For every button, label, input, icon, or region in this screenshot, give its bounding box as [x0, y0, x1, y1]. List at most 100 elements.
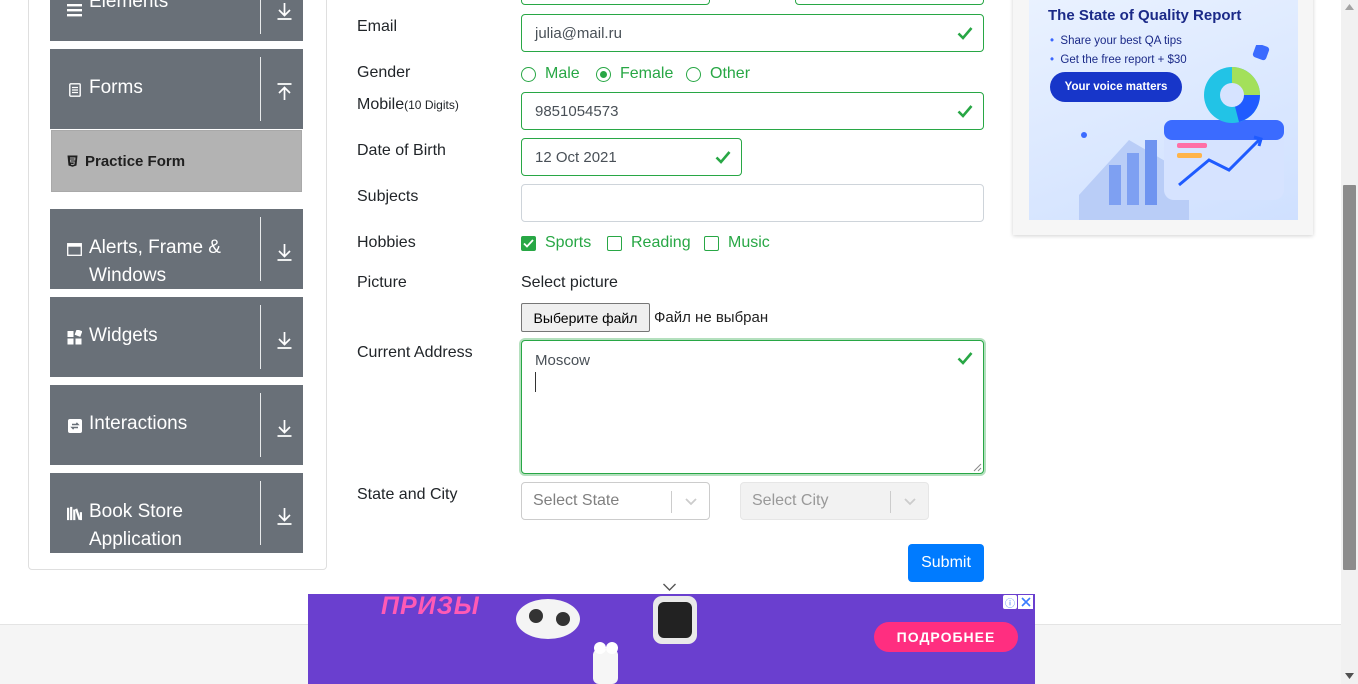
gender-radio-other[interactable]: Other — [686, 65, 750, 83]
subjects-input[interactable] — [521, 184, 984, 222]
divider — [260, 57, 261, 121]
radio-circle[interactable] — [686, 66, 701, 82]
ad-cta-button[interactable]: ПОДРОБНЕЕ — [874, 622, 1018, 652]
hobby-label: Sports — [545, 234, 592, 251]
arrow-down-icon[interactable] — [276, 507, 293, 525]
sidebar-group-label: Widgets — [89, 325, 158, 346]
state-select[interactable]: Select State — [521, 482, 710, 520]
divider — [260, 393, 261, 457]
sidebar-group-label-2: Application — [89, 529, 182, 550]
scrollbar[interactable] — [1341, 0, 1358, 684]
arrow-down-icon[interactable] — [276, 419, 293, 437]
last-name-field[interactable] — [795, 0, 984, 5]
arrow-down-icon[interactable] — [276, 331, 293, 349]
html5-icon — [67, 155, 78, 167]
mobile-hint: (10 Digits) — [404, 98, 459, 112]
hobbies-label: Hobbies — [357, 234, 416, 251]
hobby-label: Music — [728, 234, 770, 251]
window-icon — [67, 242, 82, 257]
sidebar-group-label: Book Store — [89, 501, 183, 522]
ad-headline: ПРИЗЫ — [381, 594, 480, 620]
sidebar-group-label: Elements — [89, 0, 169, 12]
checkbox-box[interactable] — [704, 235, 719, 251]
select-separator — [671, 491, 672, 513]
sidebar-group-forms[interactable]: Forms — [50, 49, 303, 129]
select-separator — [890, 491, 891, 513]
sidebar-group-elements[interactable]: Elements — [50, 0, 303, 41]
resize-handle-icon[interactable] — [973, 463, 982, 472]
checkmark-icon — [523, 238, 534, 248]
email-field[interactable]: julia@mail.ru — [521, 14, 984, 52]
email-label: Email — [357, 18, 398, 35]
first-name-field[interactable] — [521, 0, 710, 5]
ad-banner-right[interactable]: The State of Quality Report • Share your… — [1013, 0, 1313, 235]
ad-illustration — [1079, 45, 1284, 220]
dob-label: Date of Birth — [357, 142, 446, 159]
radio-selected-dot — [600, 70, 607, 78]
checkbox-box[interactable] — [521, 235, 536, 251]
ad-title: The State of Quality Report — [1048, 7, 1242, 24]
mobile-field[interactable]: 9851054573 — [521, 92, 984, 130]
choose-file-button[interactable]: Выберите файл — [521, 303, 650, 332]
divider — [260, 481, 261, 545]
city-select[interactable]: Select City — [740, 482, 929, 520]
city-placeholder: Select City — [752, 492, 829, 509]
ad-info-icon[interactable]: ⓘ — [1003, 595, 1017, 610]
gender-radio-female[interactable]: Female — [596, 65, 673, 83]
sidebar-group-book-store[interactable]: Book Store Application — [50, 473, 303, 553]
gender-radio-male[interactable]: Male — [521, 65, 580, 83]
email-value: julia@mail.ru — [535, 24, 622, 42]
valid-check-icon — [715, 151, 731, 164]
ad-content: The State of Quality Report • Share your… — [1029, 0, 1298, 220]
gender-option-label: Male — [545, 65, 580, 82]
sidebar-item-practice-form[interactable]: Practice Form — [51, 130, 302, 192]
gender-option-label: Female — [620, 65, 674, 82]
divider — [260, 305, 261, 369]
state-placeholder: Select State — [533, 492, 620, 509]
checkbox-box[interactable] — [607, 235, 622, 251]
dob-value: 12 Oct 2021 — [535, 148, 617, 166]
valid-check-icon — [957, 27, 973, 40]
sidebar-group-label: Interactions — [89, 413, 188, 434]
radio-circle[interactable] — [596, 66, 611, 82]
scrollbar-thumb[interactable] — [1343, 185, 1356, 570]
divider — [260, 0, 261, 34]
page: Elements Forms Practice Form Alerts, Fra… — [0, 0, 1358, 684]
ad-banner-bottom[interactable]: ПРИЗЫ ПОДРОБНЕЕ ⓘ — [308, 594, 1035, 684]
state-city-label: State and City — [357, 486, 458, 503]
hobby-checkbox-sports[interactable]: Sports — [521, 234, 591, 252]
sidebar-group-interactions[interactable]: Interactions — [50, 385, 303, 465]
arrow-up-icon[interactable] — [276, 83, 293, 101]
divider — [260, 217, 261, 281]
dob-field[interactable]: 12 Oct 2021 — [521, 138, 742, 176]
mobile-label-text: Mobile — [357, 96, 405, 113]
chevron-down-icon[interactable] — [662, 582, 677, 592]
arrow-down-icon[interactable] — [276, 2, 293, 20]
text-cursor — [535, 372, 536, 392]
books-icon — [67, 506, 82, 521]
interactions-icon — [67, 418, 82, 433]
submit-button[interactable]: Submit — [908, 544, 984, 582]
address-value: Moscow — [535, 352, 591, 369]
gender-option-label: Other — [710, 65, 751, 82]
subjects-label: Subjects — [357, 188, 419, 205]
valid-check-icon — [957, 352, 973, 365]
hobby-checkbox-reading[interactable]: Reading — [607, 234, 691, 252]
sidebar-group-label: Forms — [89, 77, 143, 98]
hobby-checkbox-music[interactable]: Music — [704, 234, 770, 252]
arrow-down-icon[interactable] — [276, 243, 293, 261]
mobile-value: 9851054573 — [535, 102, 619, 120]
current-address-textarea[interactable]: Moscow — [521, 340, 984, 474]
sidebar-item-label: Practice Form — [85, 153, 186, 170]
chevron-down-icon[interactable] — [684, 494, 698, 508]
gender-label: Gender — [357, 64, 411, 81]
radio-circle[interactable] — [521, 66, 536, 82]
scroll-up-arrow-icon[interactable] — [1345, 4, 1354, 10]
scroll-down-arrow-icon[interactable] — [1345, 673, 1354, 679]
sidebar-group-widgets[interactable]: Widgets — [50, 297, 303, 377]
close-icon[interactable] — [1018, 595, 1033, 609]
chevron-down-icon[interactable] — [903, 494, 917, 508]
sidebar-group-alerts[interactable]: Alerts, Frame & Windows — [50, 209, 303, 289]
sidebar-group-label-2: Windows — [89, 265, 167, 286]
file-status: Файл не выбран — [654, 309, 769, 326]
